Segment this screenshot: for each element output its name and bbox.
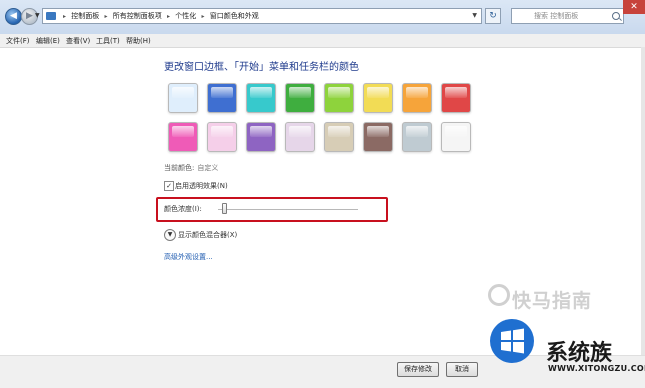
color-swatch-leaf[interactable] [285, 83, 315, 113]
current-color-label: 当前颜色: [164, 164, 195, 172]
transparency-checkbox[interactable]: ✓ [164, 181, 174, 191]
breadcrumb-separator-icon: ▸ [63, 13, 67, 20]
forward-arrow-icon: ▶ [26, 11, 33, 21]
search-input[interactable]: 搜索 控制面板 [511, 8, 624, 24]
color-swatch-fuchsia[interactable] [168, 122, 198, 152]
save-button[interactable]: 保存修改 [397, 362, 439, 377]
color-swatch-chocolate[interactable] [363, 122, 393, 152]
address-field[interactable]: ▸ 控制面板 ▸ 所有控制面板项 ▸ 个性化 ▸ 窗口颜色和外观 ▼ [42, 8, 482, 24]
breadcrumb-separator-icon: ▸ [104, 13, 108, 20]
guide-watermark: 快马指南 [512, 290, 593, 312]
menu-help[interactable]: 帮助(H) [126, 36, 151, 46]
page-title: 更改窗口边框、「开始」菜单和任务栏的颜色 [164, 62, 359, 73]
current-color-value: 自定义 [197, 164, 219, 172]
color-swatch-lavender[interactable] [285, 122, 315, 152]
back-button[interactable]: ◀ [5, 8, 22, 25]
breadcrumb-control-panel[interactable]: 控制面板 [71, 12, 99, 20]
color-swatch-pumpkin[interactable] [402, 83, 432, 113]
menu-edit[interactable]: 编辑(E) [36, 36, 60, 46]
search-icon [612, 12, 620, 20]
window-edge [641, 47, 645, 355]
transparency-label[interactable]: 启用透明效果(N) [175, 181, 228, 191]
slider-thumb[interactable] [222, 203, 228, 214]
breadcrumb-separator-icon: ▸ [166, 13, 170, 20]
guide-watermark-icon [488, 284, 510, 306]
color-swatch-taupe[interactable] [324, 122, 354, 152]
close-button[interactable]: ✕ [623, 0, 645, 14]
save-button-label: 保存修改 [404, 365, 432, 373]
color-swatch-lemon[interactable] [363, 83, 393, 113]
color-swatch-frost[interactable] [441, 122, 471, 152]
breadcrumb-separator-icon: ▸ [201, 13, 205, 20]
brand-watermark: 系统族 [546, 341, 613, 366]
refresh-icon: ↻ [489, 11, 497, 21]
color-swatch-ruby[interactable] [441, 83, 471, 113]
refresh-button[interactable]: ↻ [485, 8, 501, 24]
color-swatch-lime[interactable] [324, 83, 354, 113]
current-color-row: 当前颜色: 自定义 [164, 163, 218, 173]
color-swatch-slate[interactable] [402, 122, 432, 152]
search-placeholder: 搜索 控制面板 [534, 12, 579, 20]
breadcrumb-all-items[interactable]: 所有控制面板项 [113, 12, 162, 20]
back-arrow-icon: ◀ [10, 11, 17, 21]
close-icon: ✕ [630, 2, 638, 12]
brand-url-watermark: WWW.XITONGZU.COM [548, 364, 645, 373]
breadcrumb: ▸ 控制面板 ▸ 所有控制面板项 ▸ 个性化 ▸ 窗口颜色和外观 [60, 11, 259, 21]
chevron-down-icon[interactable]: ▼ [164, 229, 176, 241]
checkmark-icon: ✓ [166, 182, 172, 190]
color-intensity-slider[interactable] [218, 209, 358, 210]
color-swatch-twilight[interactable] [207, 83, 237, 113]
breadcrumb-window-color[interactable]: 窗口颜色和外观 [210, 12, 259, 20]
menu-tools[interactable]: 工具(T) [96, 36, 120, 46]
color-swatch-blush[interactable] [207, 122, 237, 152]
color-mixer-label[interactable]: 显示颜色混合器(X) [178, 230, 237, 240]
color-swatch-sky[interactable] [168, 83, 198, 113]
menu-view[interactable]: 查看(V) [66, 36, 90, 46]
menu-file[interactable]: 文件(F) [6, 36, 30, 46]
cancel-button-label: 取消 [455, 365, 469, 373]
color-swatch-sea[interactable] [246, 83, 276, 113]
breadcrumb-personalization[interactable]: 个性化 [175, 12, 196, 20]
color-swatch-violet[interactable] [246, 122, 276, 152]
address-bar: ◀ ▶ ▼ ▸ 控制面板 ▸ 所有控制面板项 ▸ 个性化 ▸ 窗口颜色和外观 ▼… [0, 0, 645, 34]
control-panel-icon [46, 12, 56, 20]
history-dropdown-icon[interactable]: ▼ [35, 12, 40, 19]
color-intensity-label: 颜色浓度(I): [164, 205, 202, 213]
address-dropdown-icon[interactable]: ▼ [472, 12, 477, 19]
windows-logo-icon [490, 319, 534, 363]
menu-bar: 文件(F) 编辑(E) 查看(V) 工具(T) 帮助(H) [0, 34, 645, 48]
advanced-appearance-link[interactable]: 高级外观设置... [164, 252, 213, 262]
cancel-button[interactable]: 取消 [446, 362, 478, 377]
